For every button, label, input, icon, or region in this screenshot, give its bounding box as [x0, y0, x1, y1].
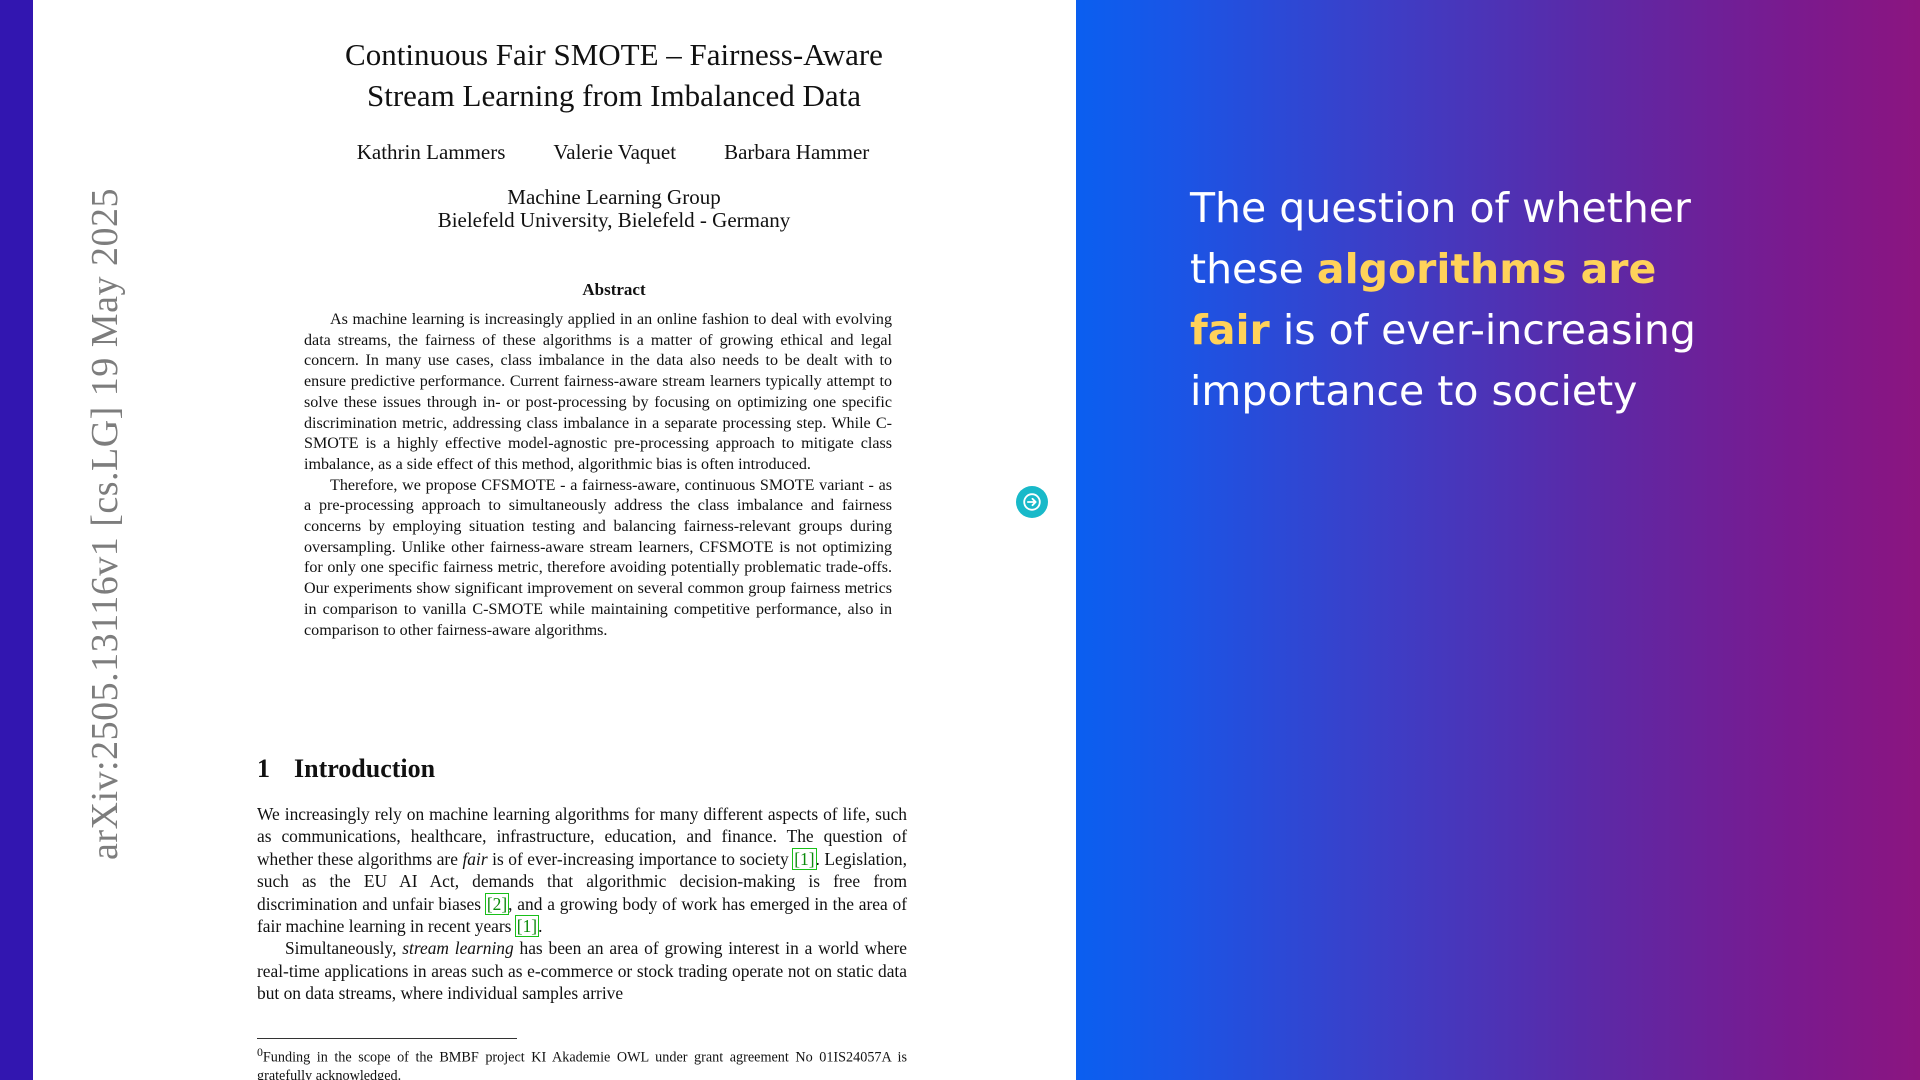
footnote-rule — [257, 1038, 517, 1039]
citation-link[interactable]: [2] — [484, 892, 510, 915]
footnote-text: Funding in the scope of the BMBF project… — [257, 1049, 907, 1080]
paper-title: Continuous Fair SMOTE – Fairness-Aware S… — [233, 34, 995, 116]
arrow-right-icon — [1023, 493, 1041, 511]
affiliation: Machine Learning Group Bielefeld Univers… — [233, 186, 995, 232]
highlight-quote: The question of whether these algorithms… — [1190, 178, 1710, 422]
affiliation-line-2: Bielefeld University, Bielefeld - German… — [437, 208, 791, 232]
citation-link[interactable]: [1] — [514, 915, 540, 938]
abstract-paragraph-2: Therefore, we propose CFSMOTE - a fairne… — [304, 476, 892, 639]
abstract-heading: Abstract — [582, 280, 646, 299]
abstract-paragraph-1: As machine learning is increasingly appl… — [304, 311, 892, 473]
section-number: 1 — [257, 754, 270, 783]
intro-emphasis: stream learning — [402, 938, 514, 959]
intro-text: . — [538, 916, 543, 937]
introduction-body: We increasingly rely on machine learning… — [257, 803, 907, 1005]
paper-title-line-1: Continuous Fair SMOTE – Fairness-Aware — [345, 37, 883, 72]
intro-emphasis: fair — [462, 848, 488, 869]
paper-page: arXiv:2505.13116v1 [cs.LG] 19 May 2025 C… — [33, 0, 1076, 1080]
abstract-body: As machine learning is increasingly appl… — [304, 310, 892, 641]
affiliation-line-1: Machine Learning Group — [507, 185, 721, 209]
author-name: Valerie Vaquet — [553, 140, 677, 164]
author-list: Kathrin Lammers Valerie Vaquet Barbara H… — [263, 140, 963, 165]
intro-text: is of ever-increasing importance to soci… — [487, 848, 794, 869]
left-edge-strip — [0, 0, 33, 1080]
author-name: Barbara Hammer — [724, 140, 870, 164]
quote-panel: The question of whether these algorithms… — [1076, 0, 1920, 1080]
section-heading: 1 Introduction — [257, 754, 435, 784]
section-title: Introduction — [294, 754, 436, 783]
next-arrow-button[interactable] — [1016, 486, 1048, 518]
intro-paragraph-1: We increasingly rely on machine learning… — [257, 803, 907, 938]
footnote: 0Funding in the scope of the BMBF projec… — [257, 1043, 907, 1080]
citation-link[interactable]: [1] — [792, 847, 817, 870]
intro-paragraph-2: Simultaneously, stream learning has been… — [257, 937, 907, 1004]
intro-text: Simultaneously, — [285, 938, 403, 959]
arxiv-identifier: arXiv:2505.13116v1 [cs.LG] 19 May 2025 — [84, 188, 126, 860]
author-name: Kathrin Lammers — [356, 140, 506, 164]
paper-title-line-2: Stream Learning from Imbalanced Data — [366, 78, 862, 113]
